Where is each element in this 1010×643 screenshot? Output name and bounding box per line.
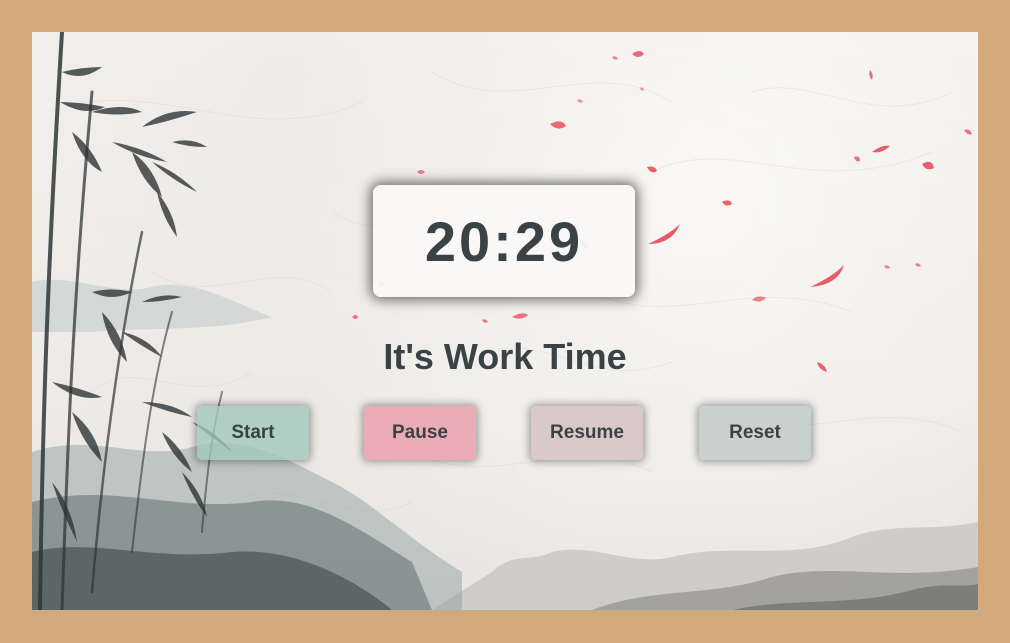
start-button[interactable]: Start <box>197 406 309 460</box>
paper-texture <box>51 71 963 512</box>
ink-landscape-illustration <box>32 32 978 610</box>
app-frame: 20:29 It's Work Time Start Pause Resume … <box>32 32 978 610</box>
reset-button[interactable]: Reset <box>699 406 811 460</box>
timer-value: 20:29 <box>424 209 584 273</box>
pause-button[interactable]: Pause <box>364 406 476 460</box>
timer-display: 20:29 <box>373 185 635 297</box>
resume-button[interactable]: Resume <box>531 406 643 460</box>
status-label: It's Work Time <box>383 336 627 377</box>
